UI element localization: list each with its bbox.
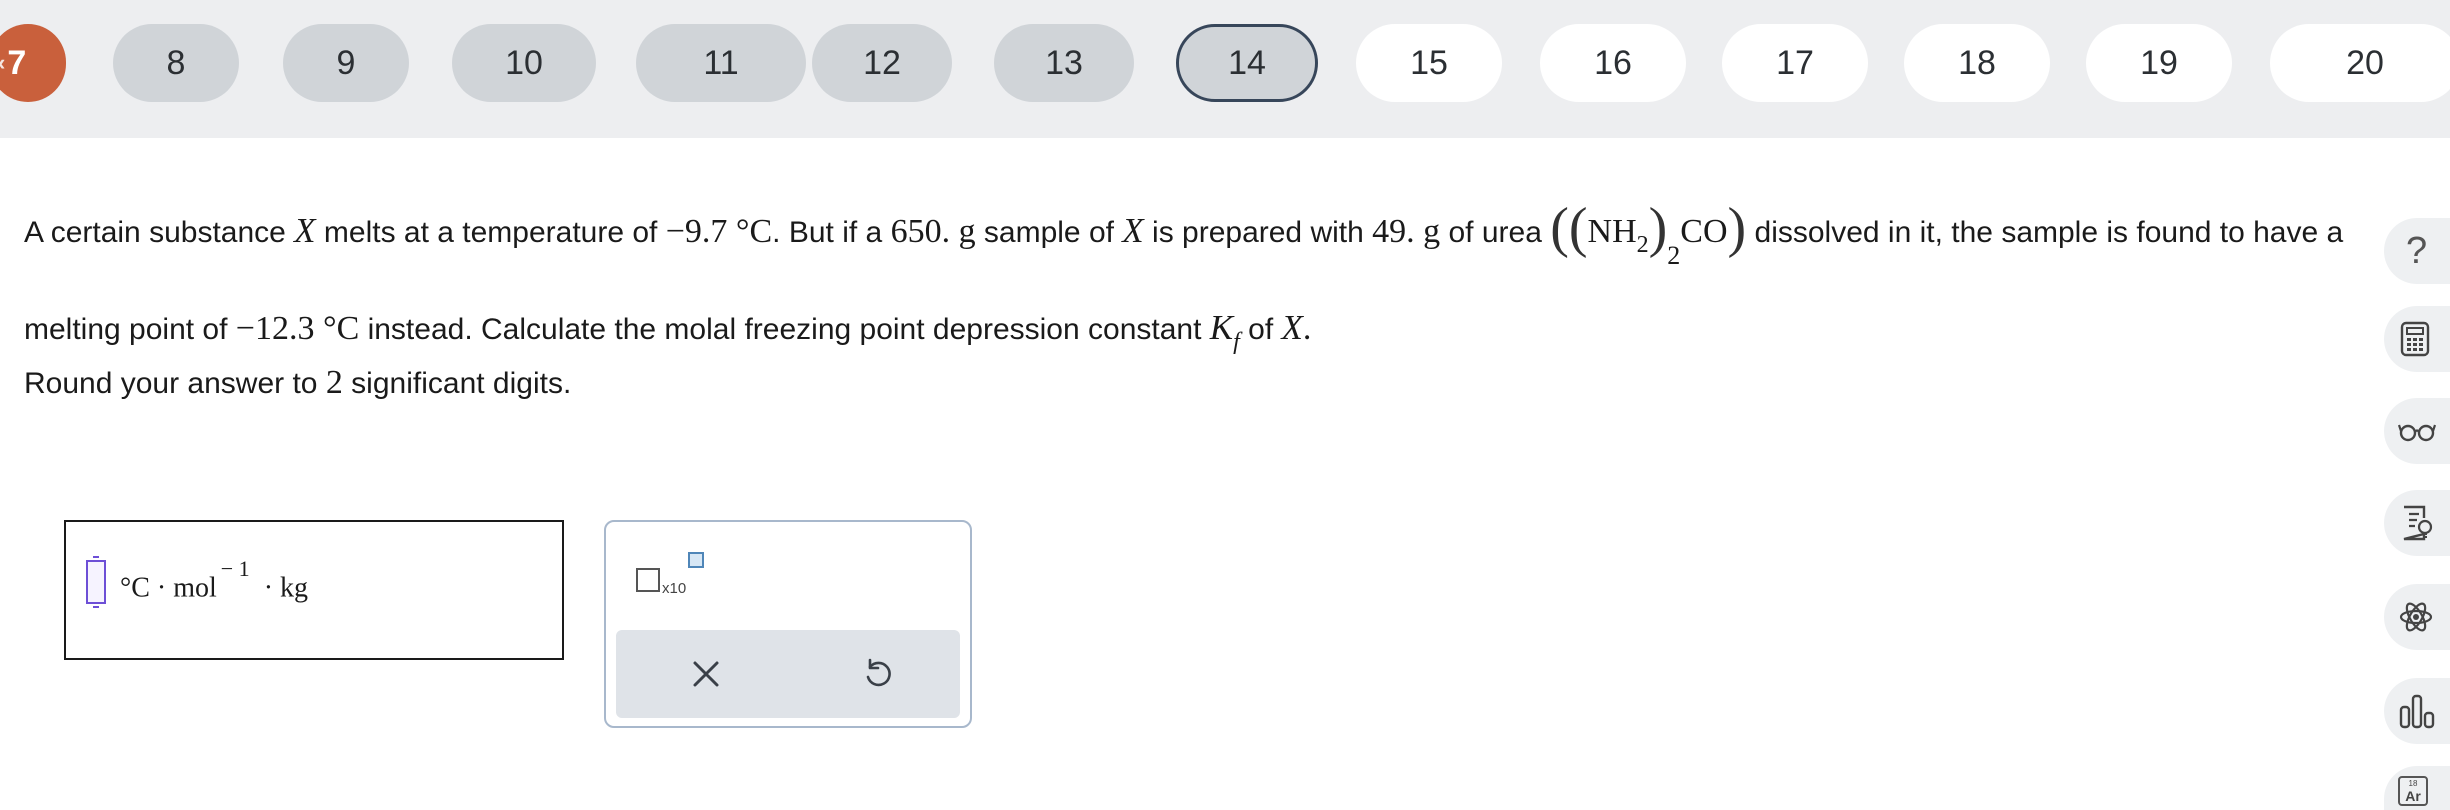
rounding-text: Round your answer to (24, 367, 326, 400)
help-button[interactable]: ? (2384, 218, 2450, 284)
question-nav-item-17[interactable]: 17 (1722, 24, 1868, 102)
periodic-table-button[interactable]: 18 Ar (2384, 766, 2450, 810)
undo-icon (866, 658, 891, 687)
periodic-table-icon: 18 Ar (2398, 776, 2428, 806)
kf-subscript: f (1233, 329, 1240, 355)
base-placeholder-icon (636, 568, 660, 592)
undo-button[interactable] (848, 644, 908, 704)
question-nav-item-20[interactable]: 20 (2270, 24, 2450, 102)
melting-point-solution: −12.3 °C (235, 310, 360, 347)
question-nav-item-8[interactable]: 8 (113, 24, 239, 102)
atom-icon (2399, 602, 2433, 632)
exponent-placeholder-icon (688, 552, 704, 568)
bar-chart-icon (2399, 694, 2435, 729)
chevron-left-icon: ‹ (0, 50, 5, 76)
significant-digits-count: 2 (325, 364, 343, 401)
answer-unit: °C · mol− 1 · kg (120, 556, 309, 604)
help-icon: ? (2406, 229, 2428, 272)
calculator-icon (2400, 321, 2430, 357)
answer-input[interactable] (86, 556, 106, 608)
unit-main: °C · mol (120, 572, 217, 604)
question-text-part: melts at a temperature of (315, 216, 666, 249)
question-nav-item-14[interactable]: 14 (1176, 24, 1318, 102)
chemistry-tools-button[interactable] (2384, 584, 2450, 650)
reader-view-button[interactable] (2384, 398, 2450, 464)
question-text-part: A certain substance (24, 216, 295, 249)
calculator-button[interactable] (2384, 306, 2450, 372)
question-nav-item-16[interactable]: 16 (1540, 24, 1686, 102)
prev-question-button[interactable]: ‹ 7 (0, 24, 66, 102)
element-symbol: Ar (2405, 788, 2421, 804)
unit-tail: · kg (263, 572, 309, 604)
math-tool-panel: x10 (604, 520, 972, 728)
tool-actions-bar (616, 630, 960, 718)
close-icon (693, 661, 719, 687)
question-text-part: sample of (975, 216, 1123, 249)
question-text: A certain substance X melts at a tempera… (24, 192, 2344, 378)
question-text-part: of (1239, 313, 1282, 346)
formula-nh: NH (1587, 213, 1637, 250)
question-nav-item-11[interactable]: 11 (636, 24, 806, 102)
reference-button[interactable] (2384, 490, 2450, 556)
substance-symbol: X (1281, 308, 1303, 347)
formula-subscript: 2 (1667, 241, 1681, 270)
scientific-notation-button[interactable]: x10 (636, 552, 716, 602)
formula-subscript: 2 (1636, 232, 1649, 258)
clear-button[interactable] (676, 644, 736, 704)
reference-icon (2403, 505, 2433, 541)
substance-symbol: X (294, 211, 316, 250)
rounding-instruction: Round your answer to 2 significant digit… (24, 364, 571, 402)
unit-exponent: − 1 (220, 556, 250, 581)
question-nav-item-12[interactable]: 12 (812, 24, 952, 102)
answer-box: °C · mol− 1 · kg (64, 520, 564, 660)
question-nav-item-13[interactable]: 13 (994, 24, 1134, 102)
urea-formula: ((NH2)2CO) (1550, 197, 1747, 270)
question-text-part: of urea (1440, 216, 1551, 249)
urea-mass: 49. g (1372, 213, 1441, 250)
question-nav-item-19[interactable]: 19 (2086, 24, 2232, 102)
question-text-part: is prepared with (1143, 216, 1373, 249)
formula-co: CO (1680, 213, 1728, 250)
sample-mass: 650. g (890, 213, 976, 250)
x10-label: x10 (662, 580, 687, 597)
element-number: 18 (2408, 779, 2418, 788)
question-nav-item-15[interactable]: 15 (1356, 24, 1502, 102)
rounding-text: significant digits. (342, 367, 572, 400)
question-nav-item-18[interactable]: 18 (1904, 24, 2050, 102)
kf-symbol: K (1209, 308, 1234, 347)
question-nav-item-9[interactable]: 9 (283, 24, 409, 102)
glasses-icon (2398, 424, 2436, 442)
prev-question-label: 7 (7, 43, 27, 82)
question-nav-bar: ‹ 7 8 9 10 11 12 13 14 15 16 17 18 19 20 (0, 0, 2450, 138)
question-text-part: . (1302, 310, 1312, 347)
question-nav-item-10[interactable]: 10 (452, 24, 596, 102)
substance-symbol: X (1122, 211, 1144, 250)
melting-point-pure: −9.7 °C (665, 213, 773, 250)
question-text-part: instead. Calculate the molal freezing po… (359, 313, 1210, 346)
data-chart-button[interactable] (2384, 678, 2450, 744)
question-text-part: . But if a (772, 216, 891, 249)
